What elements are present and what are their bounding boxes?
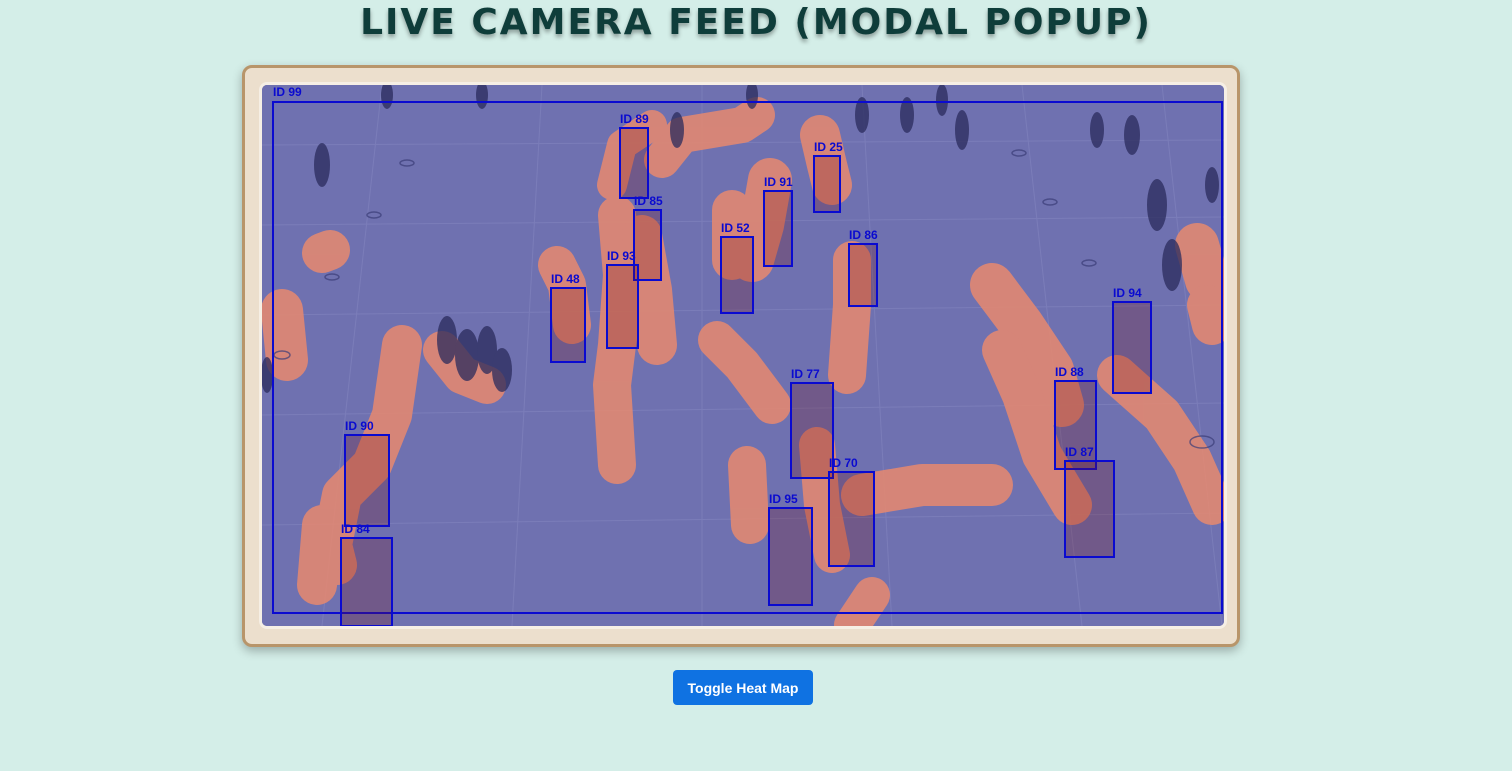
detection-box [763, 190, 793, 267]
detection-box [813, 155, 841, 213]
detection-label: ID 70 [829, 456, 858, 470]
detection-label: ID 94 [1113, 286, 1142, 300]
detection-label: ID 85 [634, 194, 663, 208]
detection-box [344, 434, 390, 527]
detection-label: ID 48 [551, 272, 580, 286]
detection-label: ID 86 [849, 228, 878, 242]
detection-label: ID 52 [721, 221, 750, 235]
zone-label: ID 99 [273, 85, 302, 99]
camera-feed-canvas: ID 99 ID 89 ID 25 ID 85 ID 91 ID 52 ID 86 ID 93… [262, 85, 1224, 626]
detection-box [828, 471, 875, 567]
detection-label: ID 25 [814, 140, 843, 154]
detection-label: ID 84 [341, 522, 370, 536]
detection-label: ID 93 [607, 249, 636, 263]
detection-label: ID 90 [345, 419, 374, 433]
detection-box [340, 537, 393, 626]
detection-box [550, 287, 586, 363]
page-title: LIVE CAMERA FEED (MODAL POPUP) [360, 2, 1152, 43]
detection-label: ID 87 [1065, 445, 1094, 459]
detection-box [768, 507, 813, 606]
toggle-heatmap-button[interactable]: Toggle Heat Map [673, 670, 813, 705]
detection-label: ID 89 [620, 112, 649, 126]
detection-box [720, 236, 754, 314]
detection-label: ID 91 [764, 175, 793, 189]
detection-label: ID 77 [791, 367, 820, 381]
detection-box [1064, 460, 1115, 558]
detection-label: ID 95 [769, 492, 798, 506]
detection-box [619, 127, 649, 199]
detection-box [606, 264, 639, 349]
detection-box [790, 382, 834, 479]
camera-feed: ID 99 ID 89 ID 25 ID 85 ID 91 ID 52 ID 86 ID 93… [262, 85, 1224, 626]
detection-box [848, 243, 878, 307]
detection-box [1112, 301, 1152, 394]
detection-label: ID 88 [1055, 365, 1084, 379]
